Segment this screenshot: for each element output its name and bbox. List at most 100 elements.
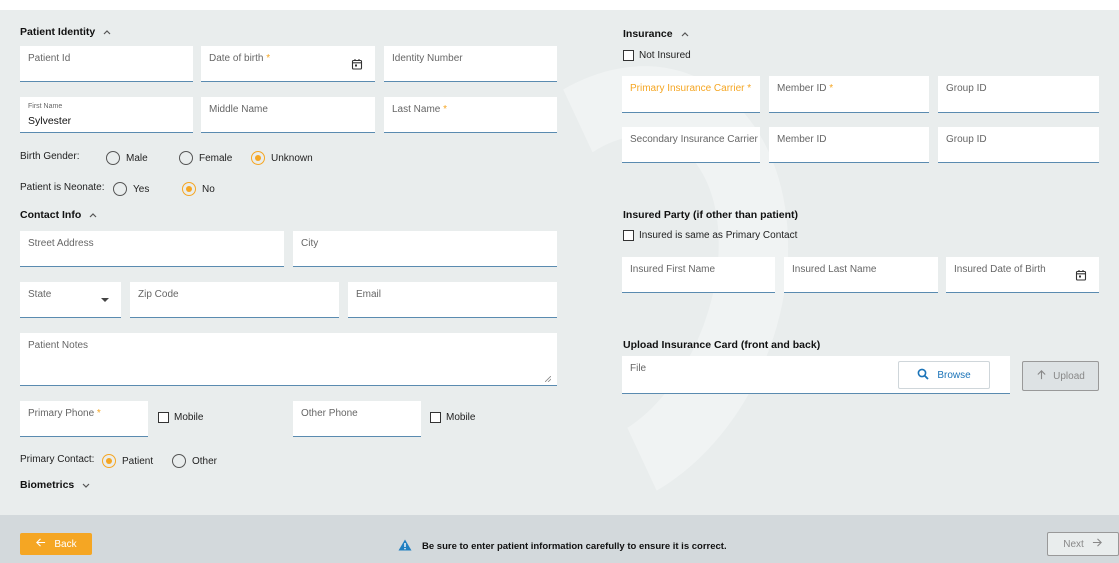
other-phone-mobile-toggle[interactable]: Mobile [430, 412, 475, 423]
chevron-up-icon[interactable] [101, 26, 113, 38]
next-label: Next [1063, 538, 1084, 550]
radio-other[interactable] [172, 454, 186, 468]
neonate-option-no[interactable]: No [182, 182, 215, 196]
primary-phone-mobile-toggle[interactable]: Mobile [158, 412, 203, 423]
other-phone-label: Other Phone [301, 408, 358, 419]
insured-same-as-checkbox[interactable] [623, 230, 634, 241]
secondary-group-id-field[interactable]: Group ID [938, 127, 1099, 163]
secondary-insurance-carrier-field[interactable]: Secondary Insurance Carrier [622, 127, 760, 163]
zip-code-label: Zip Code [138, 289, 179, 300]
radio-no[interactable] [182, 182, 196, 196]
primary-contact-option-patient[interactable]: Patient [102, 454, 153, 468]
email-field[interactable]: Email [348, 282, 557, 318]
chevron-down-icon[interactable] [80, 479, 92, 491]
gender-option-female[interactable]: Female [179, 151, 232, 165]
patient-id-label: Patient Id [28, 53, 71, 64]
upload-button[interactable]: Upload [1022, 361, 1099, 391]
radio-female[interactable] [179, 151, 193, 165]
back-label: Back [54, 538, 77, 550]
insured-last-name-label: Insured Last Name [792, 264, 877, 275]
biometrics-title: Biometrics [20, 479, 75, 491]
calendar-icon[interactable] [1075, 269, 1087, 281]
radio-male[interactable] [106, 151, 120, 165]
street-address-label: Street Address [28, 238, 94, 249]
radio-yes[interactable] [113, 182, 127, 196]
secondary-member-id-label: Member ID [777, 134, 827, 145]
back-button[interactable]: Back [20, 533, 92, 555]
warning-message: Be sure to enter patient information car… [398, 539, 727, 554]
calendar-icon[interactable] [351, 58, 363, 70]
group-id-label: Group ID [946, 83, 987, 94]
insured-party-title: Insured Party (if other than patient) [623, 209, 799, 221]
dropdown-arrow-icon[interactable] [101, 298, 109, 302]
chevron-up-icon[interactable] [679, 28, 691, 40]
patient-identity-header[interactable]: Patient Identity [20, 26, 113, 38]
primary-phone-field[interactable]: Primary Phone * [20, 401, 148, 437]
contact-info-title: Contact Info [20, 209, 82, 221]
group-id-field[interactable]: Group ID [938, 76, 1099, 113]
chevron-up-icon[interactable] [87, 209, 99, 221]
last-name-field[interactable]: Last Name * [384, 97, 557, 133]
primary-contact-option-label: Other [192, 455, 218, 467]
member-id-field[interactable]: Member ID * [769, 76, 929, 113]
warning-text: Be sure to enter patient information car… [422, 541, 727, 552]
warning-icon [398, 539, 412, 554]
email-label: Email [356, 289, 382, 300]
state-label: State [28, 289, 52, 300]
member-id-label: Member ID * [777, 83, 834, 94]
contact-info-header[interactable]: Contact Info [20, 209, 99, 221]
primary-contact-option-other[interactable]: Other [172, 454, 217, 468]
biometrics-header[interactable]: Biometrics [20, 479, 92, 491]
city-field[interactable]: City [293, 231, 557, 267]
secondary-group-id-label: Group ID [946, 134, 987, 145]
browse-label: Browse [937, 369, 971, 381]
state-select[interactable]: State [20, 282, 121, 318]
primary-insurance-carrier-label: Primary Insurance Carrier * [630, 83, 752, 94]
insured-party-header: Insured Party (if other than patient) [623, 209, 798, 221]
patient-id-field[interactable]: Patient Id [20, 46, 193, 82]
patient-notes-textarea[interactable]: Patient Notes [20, 333, 557, 386]
insured-first-name-field[interactable]: Insured First Name [622, 257, 775, 293]
mobile-checkbox[interactable] [430, 412, 441, 423]
primary-insurance-carrier-field[interactable]: Primary Insurance Carrier * [622, 76, 760, 113]
arrow-left-icon [35, 537, 46, 551]
gender-option-unknown[interactable]: Unknown [251, 151, 313, 165]
insured-dob-field[interactable]: Insured Date of Birth [946, 257, 1099, 293]
identity-number-field[interactable]: Identity Number [384, 46, 557, 82]
upload-insurance-card-header: Upload Insurance Card (front and back) [623, 339, 820, 351]
neonate-option-yes[interactable]: Yes [113, 182, 149, 196]
not-insured-checkbox[interactable] [623, 50, 634, 61]
insured-dob-label: Insured Date of Birth [954, 264, 1046, 275]
patient-identity-title: Patient Identity [20, 26, 96, 38]
file-label: File [630, 363, 647, 374]
insured-same-as-toggle[interactable]: Insured is same as Primary Contact [623, 230, 797, 241]
browse-button[interactable]: Browse [898, 361, 990, 389]
arrow-up-icon [1036, 369, 1047, 383]
resize-handle-icon[interactable] [544, 374, 552, 383]
upload-insurance-card-title: Upload Insurance Card (front and back) [623, 339, 821, 351]
primary-contact-label: Primary Contact: [20, 454, 95, 465]
radio-unknown[interactable] [251, 151, 265, 165]
insurance-header[interactable]: Insurance [623, 28, 691, 40]
radio-patient[interactable] [102, 454, 116, 468]
insured-same-as-label: Insured is same as Primary Contact [639, 230, 798, 241]
last-name-label: Last Name * [392, 104, 448, 115]
neonate-option-label: Yes [133, 183, 150, 195]
middle-name-field[interactable]: Middle Name [201, 97, 375, 133]
city-label: City [301, 238, 319, 249]
neonate-group: Patient is Neonate: [20, 182, 105, 193]
mobile-checkbox[interactable] [158, 412, 169, 423]
not-insured-toggle[interactable]: Not Insured [623, 50, 691, 61]
gender-option-male[interactable]: Male [106, 151, 148, 165]
primary-contact-group: Primary Contact: [20, 454, 94, 465]
insured-last-name-field[interactable]: Insured Last Name [784, 257, 938, 293]
first-name-value: Sylvester [28, 115, 72, 127]
zip-code-field[interactable]: Zip Code [130, 282, 339, 318]
date-of-birth-field[interactable]: Date of birth * [201, 46, 375, 82]
upload-label: Upload [1053, 370, 1085, 382]
first-name-field[interactable]: First Name Sylvester [20, 97, 193, 133]
next-button[interactable]: Next [1047, 532, 1119, 556]
street-address-field[interactable]: Street Address [20, 231, 284, 267]
other-phone-field[interactable]: Other Phone [293, 401, 421, 437]
secondary-member-id-field[interactable]: Member ID [769, 127, 929, 163]
